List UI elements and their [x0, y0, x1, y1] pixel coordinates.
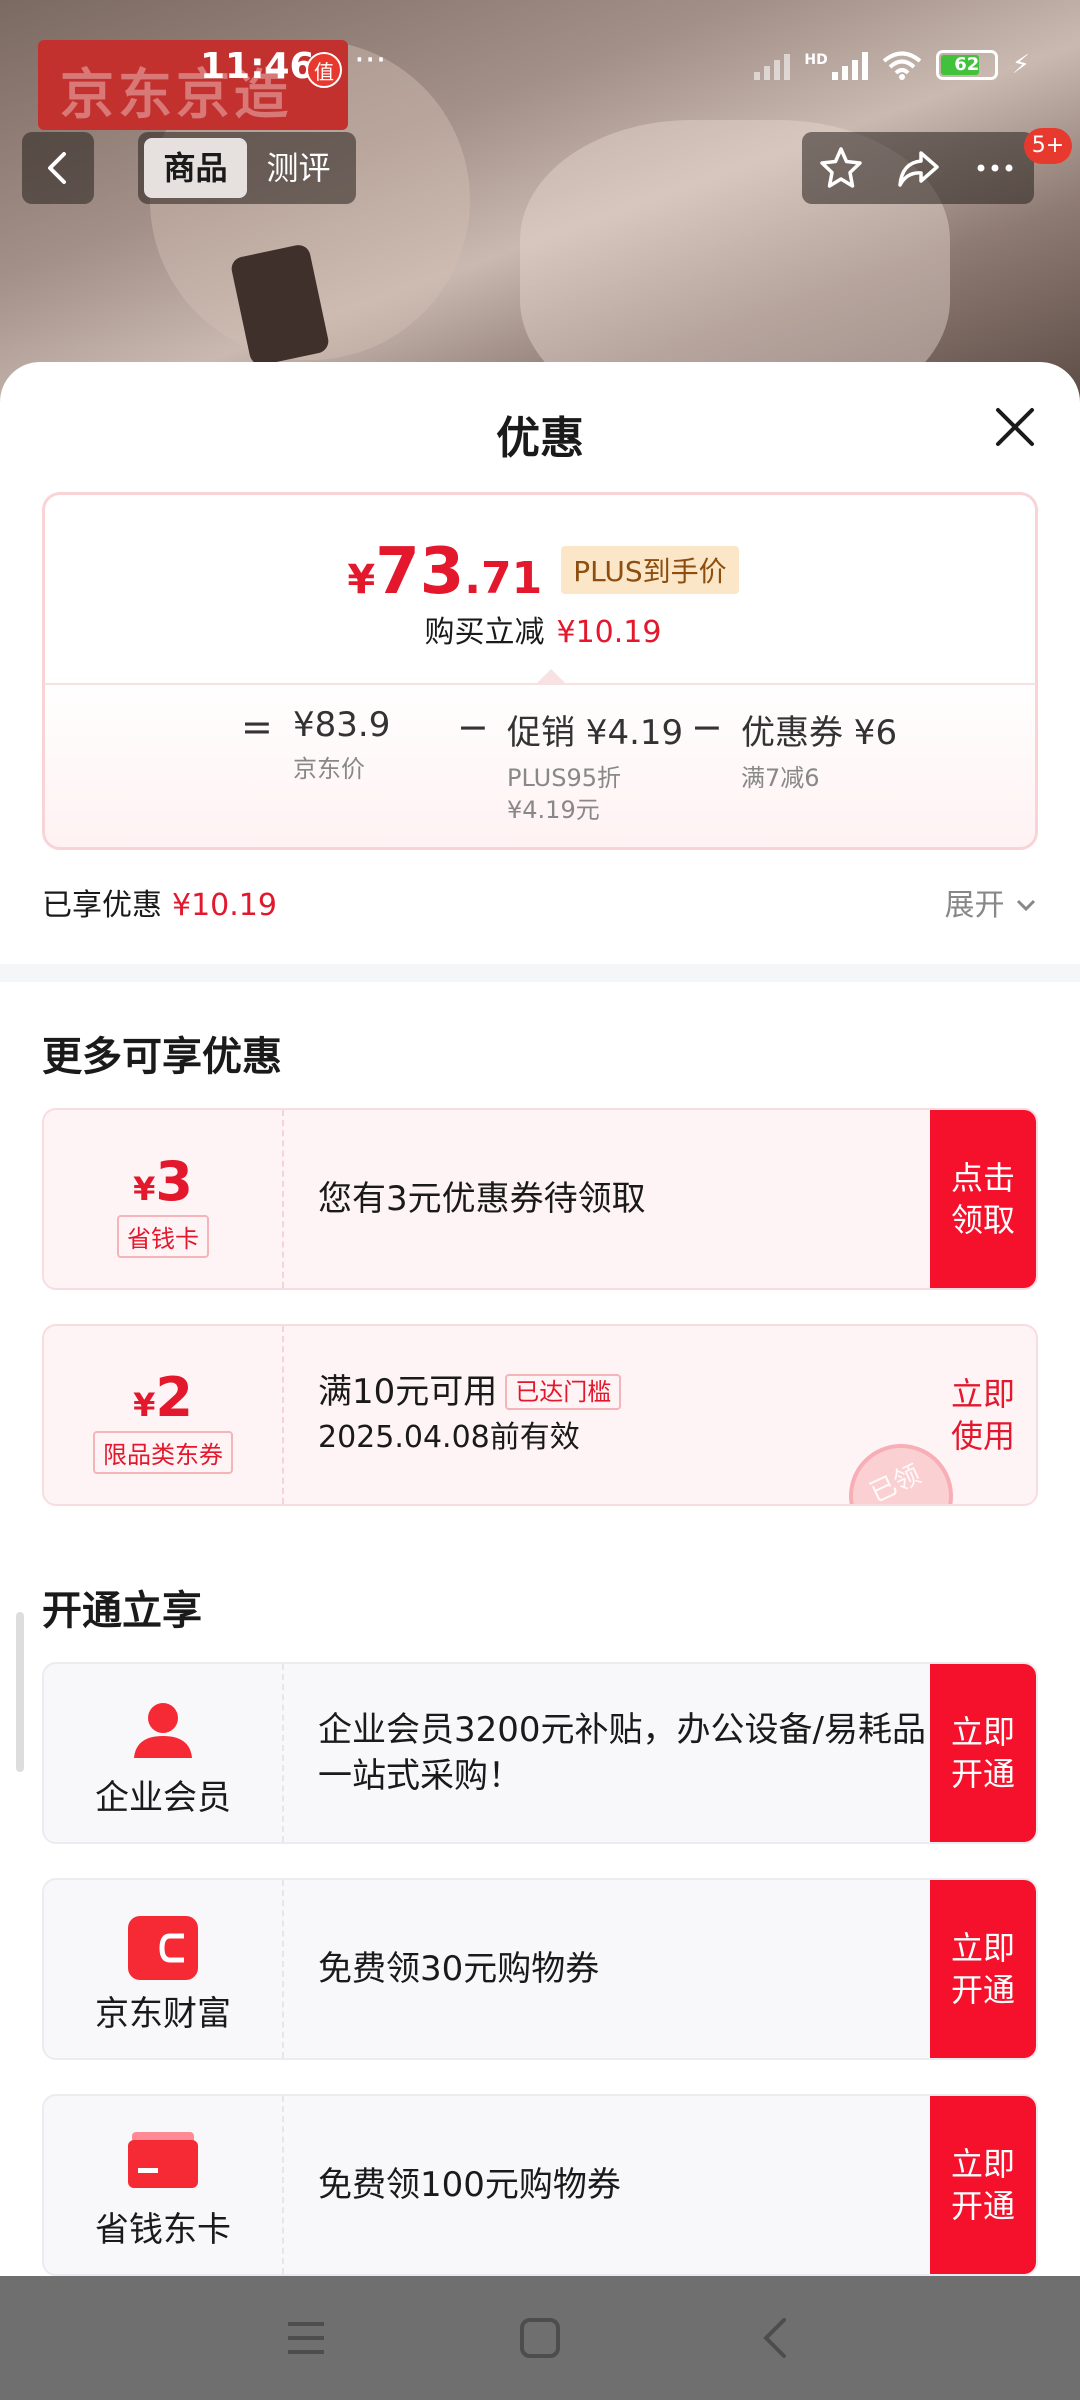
- calc-sub: PLUS95折 ¥4.19元: [507, 762, 683, 826]
- enjoyed-value: ¥10.19: [172, 888, 277, 923]
- calc-sub-line: ¥4.19元: [507, 796, 600, 824]
- status-bar: 11:46 值 ··· HD 62 ⚡: [0, 40, 1080, 102]
- reduce-line: 购买立减 ¥10.19: [45, 607, 1035, 651]
- use-coupon-button[interactable]: 立即使用: [930, 1326, 1036, 1504]
- plus-price-tag: PLUS到手价: [561, 546, 739, 594]
- coupon-desc: 满10元可用: [318, 1372, 498, 1412]
- back-button[interactable]: [22, 132, 94, 204]
- coupon-amount: 3: [155, 1150, 193, 1213]
- service-text: 免费领100元购物券: [318, 2096, 948, 2274]
- minus-sign: −: [457, 705, 489, 749]
- equals-sign: =: [241, 705, 273, 749]
- coupon-type-tag: 限品类东券: [93, 1431, 233, 1474]
- more-icon[interactable]: [972, 145, 1018, 191]
- calc-sub-line: PLUS95折: [507, 764, 621, 792]
- coupon-card: ¥2 限品类东券 满10元可用 已达门槛 2025.04.08前有效 已领 立即使…: [42, 1324, 1038, 1506]
- claim-coupon-button[interactable]: 点击领取: [930, 1110, 1036, 1288]
- coupon-currency: ¥: [133, 1386, 156, 1424]
- tab-review[interactable]: 测评: [247, 138, 350, 198]
- battery-icon: 62: [935, 50, 998, 80]
- home-icon[interactable]: [518, 2316, 562, 2360]
- share-icon[interactable]: [895, 145, 941, 191]
- coupon-amount: 2: [155, 1366, 193, 1429]
- divider: [45, 669, 1035, 685]
- service-card: 京东财富 免费领30元购物券 立即开通: [42, 1878, 1038, 2060]
- signal-sim1-icon: [754, 50, 791, 80]
- coupon-validity: 2025.04.08前有效: [318, 1420, 580, 1455]
- service-text: 企业会员3200元补贴，办公设备/易耗品一站式采购！: [318, 1664, 948, 1842]
- threshold-tag: 已达门槛: [505, 1374, 622, 1410]
- calc-item-promo: 促销 ¥4.19 PLUS95折 ¥4.19元: [507, 705, 683, 826]
- service-name: 省钱东卡: [95, 2210, 231, 2250]
- close-icon[interactable]: [990, 402, 1040, 452]
- system-nav-bar: [0, 2276, 1080, 2400]
- service-card: 企业会员 企业会员3200元补贴，办公设备/易耗品一站式采购！ 立即开通: [42, 1662, 1038, 1844]
- calc-sub: 京东价: [293, 755, 365, 783]
- wifi-icon: [882, 51, 922, 80]
- discount-sheet: 优惠 ¥73.71 PLUS到手价 购买立减 ¥10.19 = ¥83.9 京东价…: [0, 362, 1080, 2276]
- chevron-left-icon: [48, 152, 66, 184]
- expand-toggle[interactable]: 展开: [944, 880, 1038, 924]
- wallet-icon: [128, 1916, 198, 1980]
- tab-product[interactable]: 商品: [144, 138, 247, 198]
- more-offers-title: 更多可享优惠: [42, 1034, 282, 1080]
- charging-icon: ⚡: [1011, 50, 1030, 80]
- service-text: 免费领30元购物券: [318, 1880, 948, 2058]
- section-separator: [0, 964, 1080, 982]
- service-desc: 企业会员3200元补贴，办公设备/易耗品一站式采购！: [318, 1710, 926, 1796]
- minus-sign: −: [691, 705, 723, 749]
- sheet-title: 优惠: [496, 413, 584, 464]
- signal-sim2-icon: HD: [804, 50, 868, 80]
- person-icon: [128, 1700, 198, 1760]
- coupon-text: 您有3元优惠券待领取: [318, 1110, 948, 1288]
- product-tabs: 商品 测评: [138, 132, 356, 204]
- expand-label: 展开: [944, 888, 1005, 923]
- service-card: 省钱东卡 免费领100元购物券 立即开通: [42, 2094, 1038, 2276]
- final-price: ¥73.71 PLUS到手价: [45, 535, 1035, 609]
- service-brand: 省钱东卡: [44, 2096, 284, 2274]
- coupon-amount-block: ¥3 省钱卡: [44, 1110, 284, 1288]
- activate-button[interactable]: 立即开通: [930, 2096, 1036, 2274]
- calc-value: 促销 ¥4.19: [507, 713, 684, 753]
- price-integer: 73: [375, 535, 465, 609]
- open-benefits-title: 开通立享: [42, 1588, 202, 1634]
- cart-badge: 5+: [1024, 128, 1072, 164]
- coupon-type-tag: 省钱卡: [117, 1215, 209, 1258]
- enjoyed-discount: 已享优惠 ¥10.19: [42, 880, 277, 924]
- reduce-value: ¥10.19: [556, 615, 662, 650]
- calc-sub: 满7减6: [741, 764, 820, 792]
- status-time: 11:46: [200, 46, 315, 87]
- activate-button[interactable]: 立即开通: [930, 1880, 1036, 2058]
- back-icon[interactable]: [756, 2316, 796, 2360]
- star-icon[interactable]: [818, 145, 864, 191]
- reduce-label: 购买立减: [424, 615, 545, 650]
- enjoyed-label: 已享优惠: [42, 888, 162, 923]
- service-desc: 免费领100元购物券: [318, 2165, 621, 2205]
- notification-app-icon: 值: [306, 52, 342, 88]
- scrollbar[interactable]: [16, 1612, 24, 1772]
- nav-actions: [802, 132, 1034, 204]
- coupon-desc: 您有3元优惠券待领取: [318, 1179, 646, 1219]
- calc-value: ¥83.9: [293, 705, 391, 745]
- chevron-down-icon: [1016, 899, 1036, 912]
- menu-icon[interactable]: [286, 2318, 326, 2358]
- service-name: 企业会员: [95, 1778, 231, 1818]
- coupon-currency: ¥: [133, 1170, 156, 1208]
- calc-value: 优惠券 ¥6: [741, 713, 898, 753]
- service-brand: 企业会员: [44, 1664, 284, 1842]
- card-icon: [128, 2132, 198, 2192]
- service-brand: 京东财富: [44, 1880, 284, 2058]
- price-breakdown: ¥73.71 PLUS到手价 购买立减 ¥10.19 = ¥83.9 京东价 − …: [42, 492, 1038, 850]
- calc-item-jd-price: ¥83.9 京东价: [293, 705, 390, 785]
- price-currency: ¥: [347, 557, 376, 603]
- service-desc: 免费领30元购物券: [318, 1949, 600, 1989]
- activate-button[interactable]: 立即开通: [930, 1664, 1036, 1842]
- more-notifications-icon: ···: [354, 40, 387, 80]
- calc-item-coupon: 优惠券 ¥6 满7减6: [741, 705, 897, 794]
- service-name: 京东财富: [95, 1994, 231, 2034]
- coupon-amount-block: ¥2 限品类东券: [44, 1326, 284, 1504]
- coupon-card: ¥3 省钱卡 您有3元优惠券待领取 点击领取: [42, 1108, 1038, 1290]
- price-decimal: .71: [464, 553, 543, 604]
